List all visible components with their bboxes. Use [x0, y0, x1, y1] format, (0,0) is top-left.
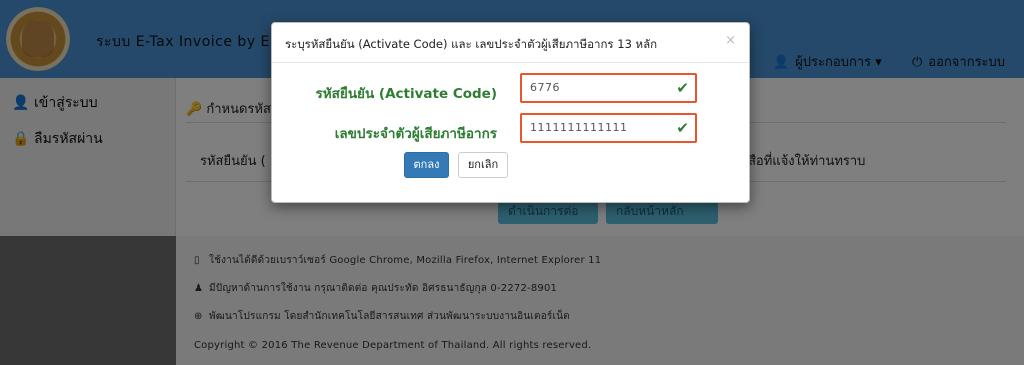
- checkmark-icon: ✔: [676, 79, 689, 97]
- activate-code-modal: ระบุรหัสยืนยัน (Activate Code) และ เลขปร…: [271, 22, 750, 203]
- ok-button[interactable]: ตกลง: [404, 152, 449, 178]
- close-icon[interactable]: ×: [725, 33, 736, 48]
- tax-id-input[interactable]: [530, 121, 670, 134]
- checkmark-icon: ✔: [676, 119, 689, 137]
- activate-code-label: รหัสยืนยัน (Activate Code): [315, 86, 497, 102]
- tax-id-label: เลขประจำตัวผู้เสียภาษีอากร: [334, 126, 497, 142]
- tax-id-field: ✔: [520, 113, 697, 143]
- modal-title: ระบุรหัสยืนยัน (Activate Code) และ เลขปร…: [285, 37, 658, 51]
- cancel-button[interactable]: ยกเลิก: [458, 152, 508, 178]
- activate-code-input[interactable]: [530, 81, 670, 94]
- activate-code-field: ✔: [520, 73, 697, 103]
- modal-header: ระบุรหัสยืนยัน (Activate Code) และ เลขปร…: [272, 23, 749, 63]
